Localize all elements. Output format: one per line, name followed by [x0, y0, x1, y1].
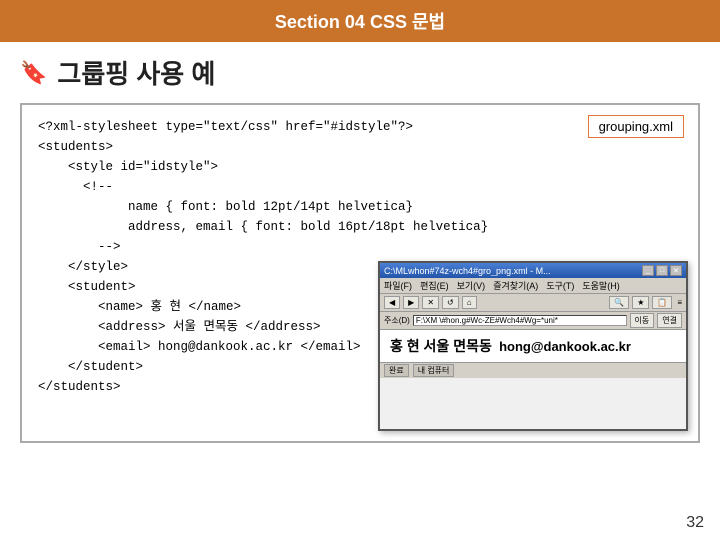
browser-mockup: C:\MLwhon#74z-wch4#gro_png.xml - M... _ … [378, 261, 688, 431]
browser-content-text: 홍 현 서울 면목동 hong@dankook.ac.kr [390, 336, 676, 356]
address-label: 주소(D) [384, 315, 410, 326]
browser-titlebar-text: C:\MLwhon#74z-wch4#gro_png.xml - M... [384, 266, 551, 276]
close-button[interactable]: ✕ [670, 265, 682, 276]
status-done: 완료 [384, 364, 409, 377]
content-korean: 홍 현 서울 면목동 [390, 338, 492, 354]
refresh-button[interactable]: ↺ [442, 296, 459, 309]
stop-button[interactable]: ✕ [422, 296, 439, 309]
search-button[interactable]: 🔍 [609, 296, 629, 309]
connect-button[interactable]: 연결 [657, 313, 682, 328]
browser-controls: _ □ ✕ [642, 265, 682, 276]
favorites-button[interactable]: ★ [632, 296, 649, 309]
browser-statusbar: 완료 내 컴퓨터 [380, 362, 686, 378]
minimize-button[interactable]: _ [642, 265, 654, 276]
menu-edit[interactable]: 편집(E) [420, 279, 449, 292]
go-button[interactable]: 이동 [630, 313, 655, 328]
header-title: Section 04 CSS 문법 [275, 12, 445, 32]
content-area: grouping.xml <?xml-stylesheet type="text… [20, 103, 700, 443]
section-icon: 🔖 [20, 60, 47, 86]
address-input[interactable]: F:\XM \#hon.g#Wc-ZE#Wch4#Wg=*uni* [413, 315, 627, 326]
back-button[interactable]: ◀ [384, 296, 400, 309]
header: Section 04 CSS 문법 [0, 0, 720, 42]
browser-toolbar: ◀ ▶ ✕ ↺ ⌂ 🔍 ★ 📋 ≡ [380, 294, 686, 312]
page-number: 32 [686, 514, 704, 532]
browser-menubar: 파일(F) 편집(E) 보기(V) 즐겨찾기(A) 도구(T) 도움말(H) [380, 278, 686, 294]
home-button[interactable]: ⌂ [462, 296, 477, 309]
status-computer: 내 컴퓨터 [413, 364, 455, 377]
forward-button[interactable]: ▶ [403, 296, 419, 309]
section-title-area: 🔖 그룹핑 사용 예 [0, 42, 720, 103]
browser-content: 홍 현 서울 면목동 hong@dankook.ac.kr [380, 330, 686, 362]
menu-help[interactable]: 도움말(H) [582, 279, 619, 292]
browser-addressbar: 주소(D) F:\XM \#hon.g#Wc-ZE#Wch4#Wg=*uni* … [380, 312, 686, 330]
browser-titlebar: C:\MLwhon#74z-wch4#gro_png.xml - M... _ … [380, 263, 686, 278]
section-heading: 그룹핑 사용 예 [57, 54, 215, 91]
menu-favorites[interactable]: 즐겨찾기(A) [493, 279, 538, 292]
menu-file[interactable]: 파일(F) [384, 279, 412, 292]
maximize-button[interactable]: □ [656, 265, 668, 276]
grouping-label: grouping.xml [588, 115, 684, 138]
menu-view[interactable]: 보기(V) [457, 279, 486, 292]
history-button[interactable]: 📋 [652, 296, 672, 309]
menu-tools[interactable]: 도구(T) [546, 279, 574, 292]
